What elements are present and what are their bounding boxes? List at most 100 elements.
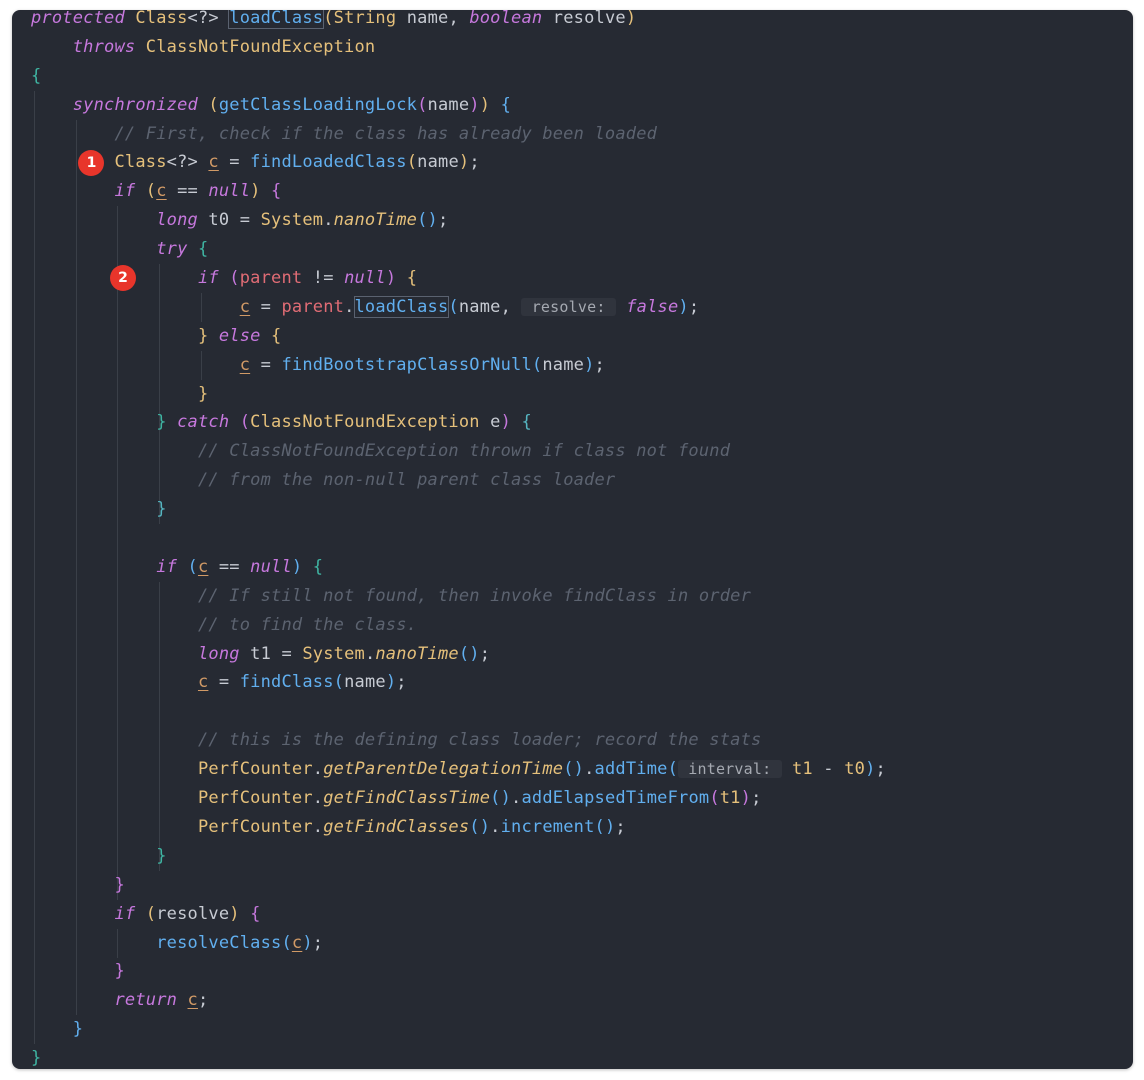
code-line[interactable]: c = findBootstrapClassOrNull(name); bbox=[31, 351, 886, 380]
code-line[interactable]: // ClassNotFoundException thrown if clas… bbox=[31, 437, 886, 466]
code-line[interactable]: } bbox=[31, 871, 886, 900]
code-token: == bbox=[208, 556, 251, 577]
code-line[interactable]: } bbox=[31, 1015, 886, 1044]
code-token: // If still not found, then invoke findC… bbox=[197, 585, 752, 606]
code-token: loadClass bbox=[353, 295, 450, 318]
code-line[interactable]: PerfCounter.getParentDelegationTime().ad… bbox=[31, 755, 886, 784]
code-line[interactable]: } bbox=[31, 495, 886, 524]
code-token: ; bbox=[688, 296, 700, 317]
code-token: } bbox=[197, 383, 209, 404]
code-line[interactable]: try { bbox=[31, 235, 886, 264]
code-line[interactable]: } bbox=[31, 1044, 886, 1069]
code-line[interactable]: throws ClassNotFoundException bbox=[31, 33, 886, 62]
code-line[interactable]: if (parent != null) { bbox=[31, 264, 886, 293]
code-token: nanoTime bbox=[375, 643, 459, 664]
code-token: c bbox=[291, 932, 303, 953]
code-token: getParentDelegationTime bbox=[323, 759, 564, 780]
code-line[interactable]: resolveClass(c); bbox=[31, 929, 886, 958]
code-line[interactable]: } bbox=[31, 842, 886, 871]
code-token: ) bbox=[865, 759, 876, 780]
code-token: resolveClass bbox=[156, 932, 282, 953]
code-token: . bbox=[364, 643, 376, 664]
code-line[interactable] bbox=[31, 524, 886, 553]
code-line[interactable]: if (c == null) { bbox=[31, 553, 886, 582]
code-line[interactable]: c = findClass(name); bbox=[31, 668, 886, 697]
code-line[interactable]: // from the non-null parent class loader bbox=[31, 466, 886, 495]
code-line[interactable] bbox=[31, 697, 886, 726]
code-line[interactable]: // First, check if the class has already… bbox=[31, 120, 886, 149]
code-line[interactable]: } bbox=[31, 380, 886, 409]
code-token: name, bbox=[458, 296, 522, 317]
code-token: ) bbox=[469, 94, 480, 115]
code-line[interactable]: // to find the class. bbox=[31, 611, 886, 640]
code-token: ) bbox=[385, 268, 397, 289]
code-token: } bbox=[156, 845, 167, 866]
code-line[interactable]: PerfCounter.getFindClasses().increment()… bbox=[31, 813, 886, 842]
code-token: ( bbox=[323, 10, 334, 28]
code-token: { bbox=[271, 181, 282, 202]
code-token: () bbox=[469, 816, 491, 837]
code-token: catch bbox=[177, 412, 230, 433]
code-token: name bbox=[542, 354, 585, 375]
code-token: <?> bbox=[187, 10, 219, 28]
code-line[interactable]: return c; bbox=[31, 986, 886, 1015]
code-token: { bbox=[312, 556, 324, 577]
code-line[interactable]: } catch (ClassNotFoundException e) { bbox=[31, 408, 886, 437]
code-token: . bbox=[312, 759, 324, 780]
code-editor[interactable]: protected Class<?> loadClass(String name… bbox=[12, 10, 1133, 1069]
code-line[interactable]: Class<?> c = findLoadedClass(name); bbox=[31, 148, 886, 177]
code-token: ( bbox=[448, 296, 459, 317]
code-token: protected bbox=[31, 10, 125, 28]
code-line[interactable]: if (resolve) { bbox=[31, 900, 886, 929]
code-line[interactable]: synchronized (getClassLoadingLock(name))… bbox=[31, 91, 886, 120]
code-token: e bbox=[479, 412, 501, 433]
code-line[interactable]: long t0 = System.nanoTime(); bbox=[31, 206, 886, 235]
code-area[interactable]: protected Class<?> loadClass(String name… bbox=[31, 10, 886, 1069]
code-token: } bbox=[31, 1048, 42, 1069]
code-line[interactable]: } else { bbox=[31, 322, 886, 351]
code-token: // to find the class. bbox=[197, 614, 418, 635]
code-line[interactable]: } bbox=[31, 957, 886, 986]
code-token: long bbox=[156, 210, 198, 231]
code-line[interactable]: // this is the defining class loader; re… bbox=[31, 726, 886, 755]
code-line[interactable]: long t1 = System.nanoTime(); bbox=[31, 640, 886, 669]
code-token: c bbox=[197, 672, 209, 693]
code-line[interactable]: protected Class<?> loadClass(String name… bbox=[31, 10, 886, 33]
code-token: { bbox=[271, 325, 282, 346]
code-token: } bbox=[156, 499, 167, 520]
code-line[interactable]: c = parent.loadClass(name, resolve: fals… bbox=[31, 293, 886, 322]
code-line[interactable]: { bbox=[31, 62, 886, 91]
code-line[interactable]: PerfCounter.getFindClassTime().addElapse… bbox=[31, 784, 886, 813]
code-line[interactable]: if (c == null) { bbox=[31, 177, 886, 206]
code-token: ) bbox=[291, 556, 303, 577]
code-token: c bbox=[197, 556, 209, 577]
code-token: ( bbox=[239, 412, 251, 433]
code-token: () bbox=[458, 643, 480, 664]
code-token: name bbox=[427, 94, 470, 115]
code-line[interactable]: // If still not found, then invoke findC… bbox=[31, 582, 886, 611]
code-token: if bbox=[114, 181, 136, 202]
code-token: name, bbox=[396, 10, 470, 28]
